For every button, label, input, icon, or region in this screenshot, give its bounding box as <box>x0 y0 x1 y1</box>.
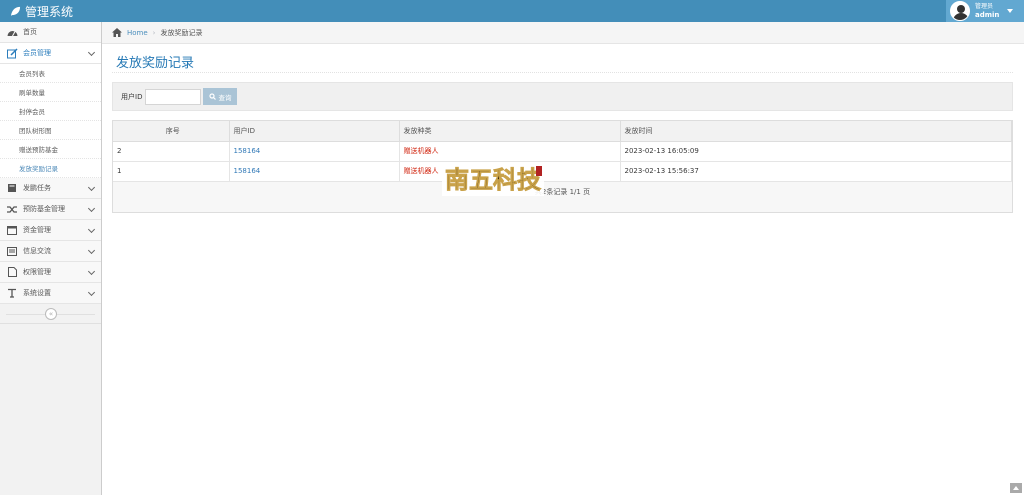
breadcrumb-current: 发放奖励记录 <box>160 28 203 37</box>
file-icon <box>6 266 18 278</box>
search-icon <box>209 93 217 100</box>
user-menu[interactable]: 管理员 admin <box>946 0 1024 22</box>
double-chevron-left-icon[interactable]: « <box>45 308 57 320</box>
header-user-id: 用户ID <box>229 121 400 142</box>
page-title: 发放奖励记录 <box>116 56 195 71</box>
sidebar-subitem-banned-members[interactable]: 封停会员 <box>0 102 101 121</box>
list-alt-icon <box>6 245 18 257</box>
header-no: 序号 <box>113 121 230 142</box>
table-row: 2 158164 赠送机器人 2023-02-13 16:05:09 <box>113 141 1012 162</box>
user-name: admin <box>975 11 1000 19</box>
chevron-down-icon <box>87 225 96 234</box>
records-table-container: 序号 用户ID 发放种类 发放时间 2 158164 赠送机器人 2023-02… <box>112 120 1013 213</box>
pagination-info: 共2条记录 1/1 页 <box>534 187 591 196</box>
user-greeting: 管理员 <box>975 3 994 10</box>
search-button[interactable]: 查询 <box>203 88 238 105</box>
sidebar-item-permissions[interactable]: 权限管理 <box>0 262 101 283</box>
home-icon <box>112 28 122 37</box>
arrow-up-icon <box>1013 486 1019 490</box>
tachometer-icon <box>6 26 18 38</box>
records-table: 序号 用户ID 发放种类 发放时间 2 158164 赠送机器人 2023-02… <box>113 121 1012 182</box>
sidebar-subitem-member-list[interactable]: 会员列表 <box>0 64 101 83</box>
sidebar-collapse-bar: « <box>0 304 101 324</box>
brand[interactable]: 管理系统 <box>10 3 73 20</box>
sidebar-subitem-reward-records[interactable]: 发放奖励记录 <box>0 159 101 178</box>
chevron-down-icon <box>87 204 96 213</box>
user-id-link[interactable]: 158164 <box>229 141 400 162</box>
sidebar-item-messages[interactable]: 信息交流 <box>0 241 101 262</box>
edit-icon <box>6 47 18 59</box>
random-icon <box>6 203 18 215</box>
caret-down-icon <box>1007 9 1014 13</box>
app-title: 管理系统 <box>25 5 74 19</box>
breadcrumb-home[interactable]: Home <box>127 29 148 37</box>
watermark-text: 南五科技 <box>445 165 542 194</box>
watermark-logo: 南五科技 <box>442 162 544 196</box>
sidebar-item-tasks[interactable]: 发鹏任务 <box>0 178 101 199</box>
user-id-input[interactable] <box>145 88 202 105</box>
header-type: 发放种类 <box>399 121 621 142</box>
sidebar-subitem-order-count[interactable]: 刷单数量 <box>0 83 101 102</box>
sidebar: 首页 会员管理 会员列表 刷单数量 封停会员 团队树形图 赠送预防基金 发放奖励… <box>0 22 102 495</box>
sidebar-subitem-gift-fund[interactable]: 赠送预防基金 <box>0 140 101 159</box>
user-id-link[interactable]: 158164 <box>229 161 400 182</box>
scroll-to-top-button[interactable] <box>1010 483 1022 493</box>
top-navbar: 管理系统 管理员 admin <box>0 0 1024 22</box>
leaf-icon <box>10 6 21 17</box>
chevron-down-icon <box>87 183 96 192</box>
user-id-label: 用户ID <box>121 92 143 101</box>
header-time: 发放时间 <box>620 121 1012 142</box>
breadcrumb: Home › 发放奖励记录 <box>102 22 1024 44</box>
chevron-down-icon <box>87 288 96 297</box>
sidebar-subitem-team-tree[interactable]: 团队树形图 <box>0 121 101 140</box>
sidebar-item-member-management[interactable]: 会员管理 <box>0 43 101 64</box>
sidebar-item-settings[interactable]: 系统设置 <box>0 283 101 304</box>
chevron-down-icon <box>87 267 96 276</box>
table-row: 1 158164 赠送机器人 2023-02-13 15:56:37 <box>113 161 1012 182</box>
sidebar-item-home[interactable]: 首页 <box>0 22 101 43</box>
avatar <box>950 1 970 21</box>
chevron-down-icon <box>87 48 96 57</box>
chevron-down-icon <box>87 246 96 255</box>
calendar-icon <box>6 224 18 236</box>
text-icon <box>6 287 18 299</box>
sidebar-item-finance[interactable]: 资金管理 <box>0 220 101 241</box>
book-icon <box>6 182 18 194</box>
sidebar-item-fund-management[interactable]: 预防基金管理 <box>0 199 101 220</box>
search-panel: 用户ID 查询 <box>112 82 1013 111</box>
